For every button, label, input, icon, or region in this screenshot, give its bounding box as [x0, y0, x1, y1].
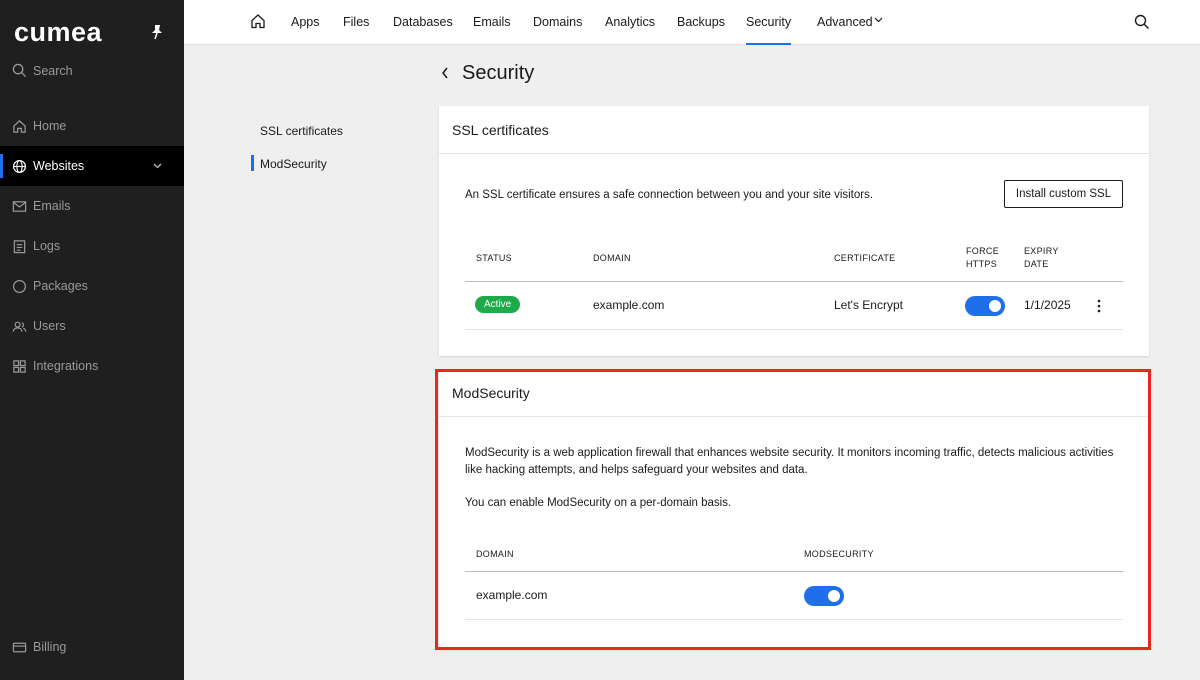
- table-header-divider: [465, 571, 1123, 572]
- sidebar-item-label: Billing: [33, 640, 67, 654]
- sidebar-item-label: Users: [33, 319, 66, 333]
- users-icon: [12, 321, 27, 332]
- modsecurity-row-domain: example.com: [476, 588, 548, 602]
- sidebar-item-websites[interactable]: Websites: [0, 146, 184, 186]
- chevron-down-icon[interactable]: [874, 15, 883, 24]
- tab-analytics[interactable]: Analytics: [605, 0, 655, 45]
- billing-icon: [12, 642, 27, 652]
- modsecurity-description: ModSecurity is a web application firewal…: [465, 447, 1114, 476]
- sidebar-item-label: Packages: [33, 279, 88, 293]
- pin-icon[interactable]: [150, 24, 164, 40]
- grid-icon: [13, 359, 26, 373]
- globe-icon: [12, 159, 27, 173]
- column-header-domain: DOMAIN: [476, 549, 514, 559]
- sidebar-item-logs[interactable]: Logs: [0, 226, 184, 266]
- sidebar-item-label: Emails: [33, 199, 71, 213]
- table-row-divider: [465, 329, 1123, 330]
- tab-emails[interactable]: Emails: [473, 0, 511, 45]
- more-options-icon[interactable]: [1097, 299, 1101, 313]
- tab-backups[interactable]: Backups: [677, 0, 725, 45]
- sidebar-search[interactable]: Search: [12, 63, 73, 78]
- column-header-certificate: CERTIFICATE: [834, 253, 896, 263]
- tab-databases[interactable]: Databases: [393, 0, 453, 45]
- modsecurity-toggle[interactable]: [804, 586, 844, 606]
- subnav-item-modsecurity[interactable]: ModSecurity: [260, 157, 327, 171]
- top-navigation: Apps Files Databases Emails Domains Anal…: [184, 0, 1200, 45]
- sidebar-item-label: Integrations: [33, 359, 99, 373]
- ssl-row-certificate: Let's Encrypt: [834, 298, 903, 312]
- tab-apps[interactable]: Apps: [291, 0, 320, 45]
- sidebar-search-label: Search: [33, 63, 73, 78]
- force-https-toggle[interactable]: [965, 296, 1005, 316]
- card-title: SSL certificates: [439, 106, 1149, 154]
- sidebar-item-label: Logs: [33, 239, 61, 253]
- sidebar-item-users[interactable]: Users: [0, 306, 184, 346]
- tab-files[interactable]: Files: [343, 0, 369, 45]
- home-icon[interactable]: [250, 13, 266, 29]
- column-header-domain: DOMAIN: [593, 253, 631, 263]
- subnav-item-ssl-certificates[interactable]: SSL certificates: [260, 124, 343, 138]
- tab-advanced[interactable]: Advanced: [817, 0, 873, 45]
- chevron-down-icon[interactable]: [153, 161, 162, 170]
- subnav-active-indicator: [251, 155, 254, 171]
- ssl-description: An SSL certificate ensures a safe connec…: [465, 189, 874, 201]
- ssl-certificates-card: SSL certificates An SSL certificate ensu…: [439, 106, 1149, 356]
- modsecurity-card: ModSecurity ModSecurity is a web applica…: [439, 369, 1149, 649]
- home-icon: [13, 119, 26, 133]
- column-header-modsecurity: MODSECURITY: [804, 549, 874, 559]
- tab-domains[interactable]: Domains: [533, 0, 582, 45]
- page-title: Security: [462, 62, 535, 84]
- modsecurity-per-domain-note: You can enable ModSecurity on a per-doma…: [465, 497, 732, 509]
- back-arrow-icon[interactable]: [440, 66, 450, 80]
- brand-logo[interactable]: cumea: [14, 18, 102, 46]
- ssl-row-domain: example.com: [593, 298, 665, 312]
- install-custom-ssl-button[interactable]: Install custom SSL: [1004, 180, 1123, 208]
- sidebar-item-packages[interactable]: Packages: [0, 266, 184, 306]
- column-header-expiry-date: EXPIRY DATE: [1024, 246, 1059, 269]
- search-icon: [12, 63, 27, 78]
- logs-icon: [13, 239, 26, 253]
- sidebar-item-home[interactable]: Home: [0, 106, 184, 146]
- sidebar-item-emails[interactable]: Emails: [0, 186, 184, 226]
- sidebar-item-billing[interactable]: Billing: [0, 627, 184, 667]
- package-icon: [12, 279, 27, 293]
- column-header-force-https: FORCE HTTPS: [966, 246, 999, 269]
- status-badge: Active: [475, 296, 521, 313]
- search-icon[interactable]: [1134, 14, 1150, 30]
- sidebar: cumea Search Home Websites Emails Logs P…: [0, 0, 184, 680]
- sidebar-item-label: Home: [33, 119, 67, 133]
- tab-security[interactable]: Security: [746, 0, 792, 45]
- mail-icon: [12, 200, 27, 212]
- sidebar-item-label: Websites: [33, 159, 85, 173]
- card-title: ModSecurity: [439, 369, 1149, 417]
- column-header-status: STATUS: [476, 253, 512, 263]
- ssl-row-expiry: 1/1/2025: [1024, 298, 1071, 312]
- table-header-divider: [465, 281, 1123, 282]
- sidebar-item-integrations[interactable]: Integrations: [0, 346, 184, 386]
- table-row-divider: [465, 619, 1123, 620]
